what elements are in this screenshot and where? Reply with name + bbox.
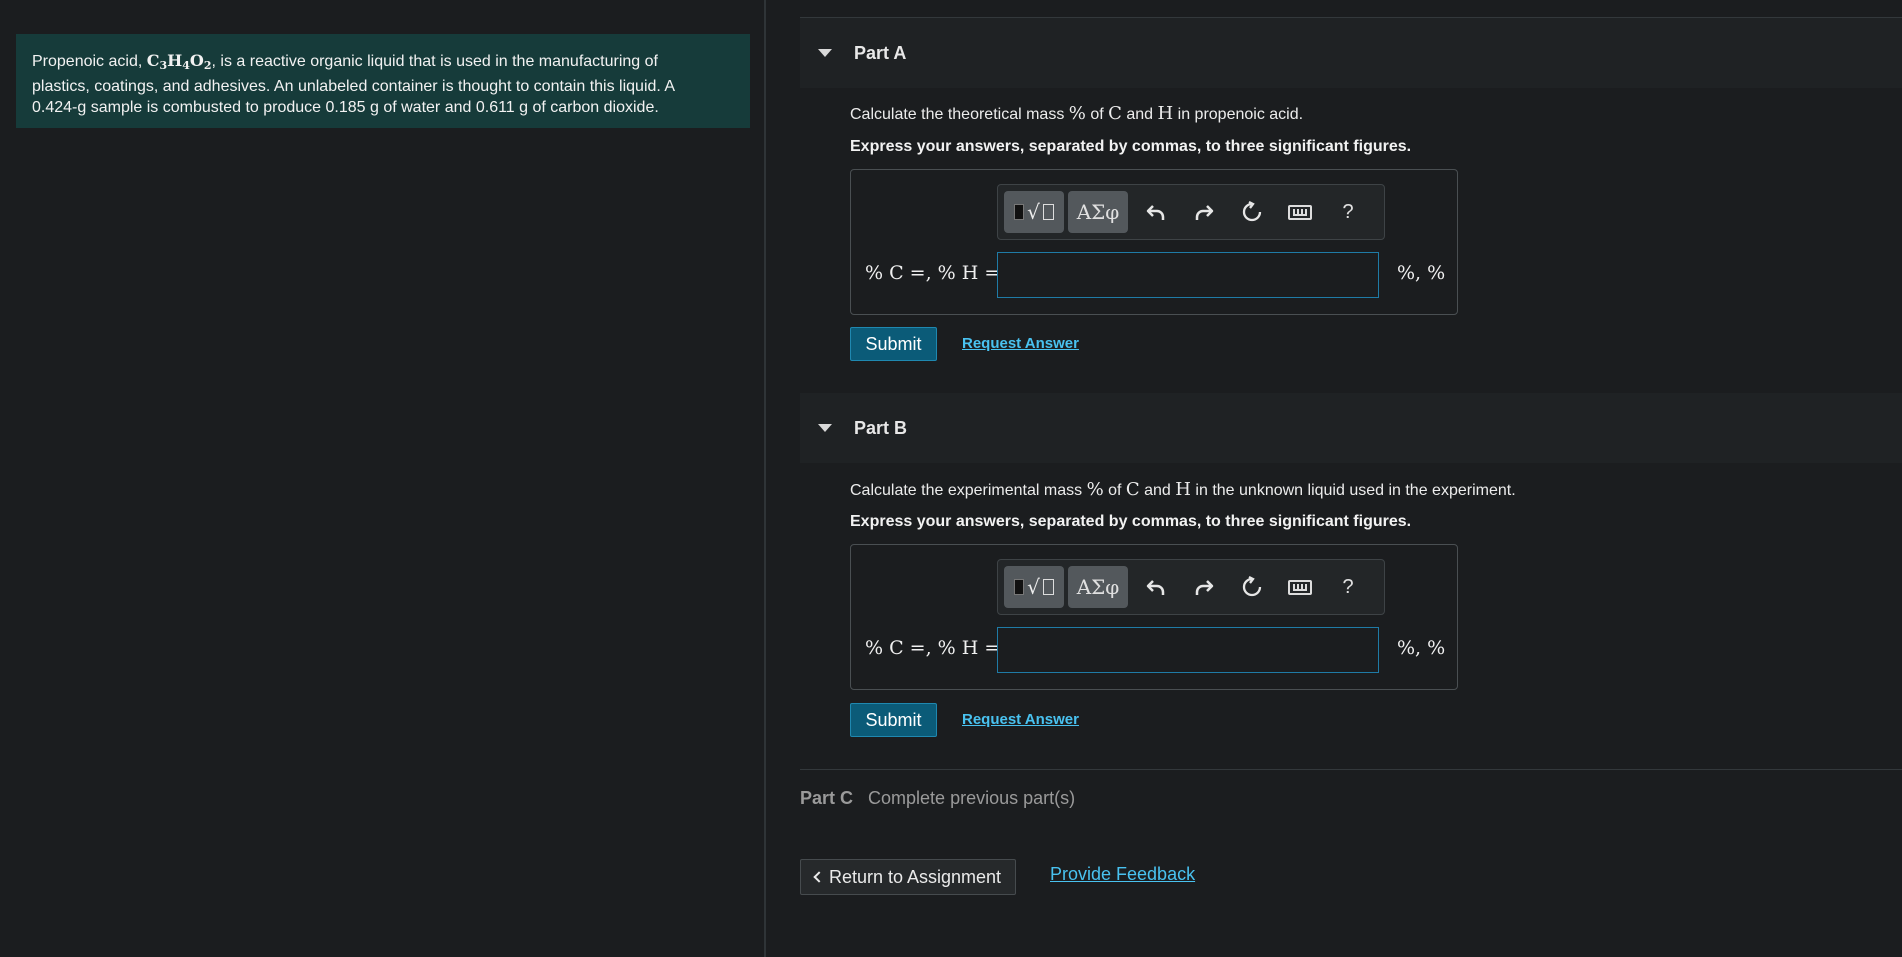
redo-icon	[1195, 580, 1214, 595]
part-b-answer-input[interactable]	[997, 627, 1379, 673]
undo-button[interactable]	[1132, 191, 1180, 233]
answer-label: % C =, % H =	[865, 262, 1001, 284]
part-a-request-answer-link[interactable]: Request Answer	[962, 335, 1079, 352]
undo-icon	[1146, 580, 1165, 595]
formula: C3H4O2	[146, 51, 212, 72]
unit-label: %, %	[1397, 262, 1446, 284]
keyboard-icon	[1288, 204, 1312, 220]
reset-icon	[1242, 576, 1262, 597]
collapse-caret-icon[interactable]	[818, 424, 832, 432]
chevron-left-icon	[813, 871, 825, 883]
part-a-answer-input[interactable]	[997, 252, 1379, 298]
redo-button[interactable]	[1180, 566, 1228, 608]
part-b-request-answer-link[interactable]: Request Answer	[962, 711, 1079, 728]
part-a-prompt: Calculate the theoretical mass % of C an…	[850, 103, 1304, 124]
collapse-caret-icon[interactable]	[818, 49, 832, 57]
keyboard-icon	[1288, 579, 1312, 595]
co2-mass: 0.611 g	[475, 99, 529, 116]
reset-button[interactable]	[1228, 191, 1276, 233]
questions-pane: Part A Calculate the theoretical mass % …	[800, 0, 1902, 957]
part-c-row: Part C Complete previous part(s)	[800, 788, 1075, 809]
divider	[800, 769, 1902, 770]
templates-icon: √	[1014, 575, 1054, 599]
templates-button[interactable]: √	[1004, 191, 1064, 233]
greek-symbols-button[interactable]: ΑΣφ	[1068, 191, 1128, 233]
part-b-answer-box: √ ΑΣφ ? % C =, % H = %, %	[850, 544, 1458, 690]
part-b-instruction: Express your answers, separated by comma…	[850, 513, 1412, 530]
part-b-header[interactable]: Part B	[800, 393, 1902, 463]
templates-icon: √	[1014, 200, 1054, 224]
provide-feedback-link[interactable]: Provide Feedback	[1050, 864, 1195, 885]
part-c-title: Part C	[800, 788, 854, 808]
part-c-status: Complete previous part(s)	[868, 788, 1076, 808]
help-button[interactable]: ?	[1324, 566, 1372, 608]
unit-label: %, %	[1397, 637, 1446, 659]
part-b-title: Part B	[854, 417, 908, 438]
part-a-answer-box: √ ΑΣφ ? % C =, % H = %, %	[850, 169, 1458, 315]
templates-button[interactable]: √	[1004, 566, 1064, 608]
part-a-submit-button[interactable]: Submit	[850, 327, 937, 361]
part-a-instruction: Express your answers, separated by comma…	[850, 138, 1412, 155]
reset-button[interactable]	[1228, 566, 1276, 608]
problem-pane: Propenoic acid, C3H4O2, is a reactive or…	[0, 0, 766, 957]
reset-icon	[1242, 201, 1262, 222]
answer-label: % C =, % H =	[865, 637, 1001, 659]
undo-icon	[1146, 205, 1165, 220]
help-button[interactable]: ?	[1324, 191, 1372, 233]
intro-text: plastics, coatings, and adhesives. An un…	[32, 78, 676, 95]
part-a-title: Part A	[854, 42, 907, 63]
sample-mass: 0.424-g	[32, 99, 87, 116]
return-to-assignment-button[interactable]: Return to Assignment	[800, 859, 1016, 895]
redo-button[interactable]	[1180, 191, 1228, 233]
keyboard-button[interactable]	[1276, 566, 1324, 608]
water-mass: 0.185 g	[325, 99, 379, 116]
undo-button[interactable]	[1132, 566, 1180, 608]
redo-icon	[1195, 205, 1214, 220]
return-label: Return to Assignment	[828, 866, 1002, 887]
keyboard-button[interactable]	[1276, 191, 1324, 233]
math-toolbar: √ ΑΣφ ?	[997, 184, 1385, 240]
intro-text: Propenoic acid,	[32, 53, 147, 70]
part-b-prompt: Calculate the experimental mass % of C a…	[850, 479, 1516, 500]
part-b-submit-button[interactable]: Submit	[850, 703, 937, 737]
part-a-header[interactable]: Part A	[800, 18, 1902, 88]
problem-intro: Propenoic acid, C3H4O2, is a reactive or…	[16, 34, 750, 128]
intro-text: , is a reactive organic liquid that is u…	[211, 53, 658, 70]
greek-symbols-button[interactable]: ΑΣφ	[1068, 566, 1128, 608]
math-toolbar: √ ΑΣφ ?	[997, 559, 1385, 615]
